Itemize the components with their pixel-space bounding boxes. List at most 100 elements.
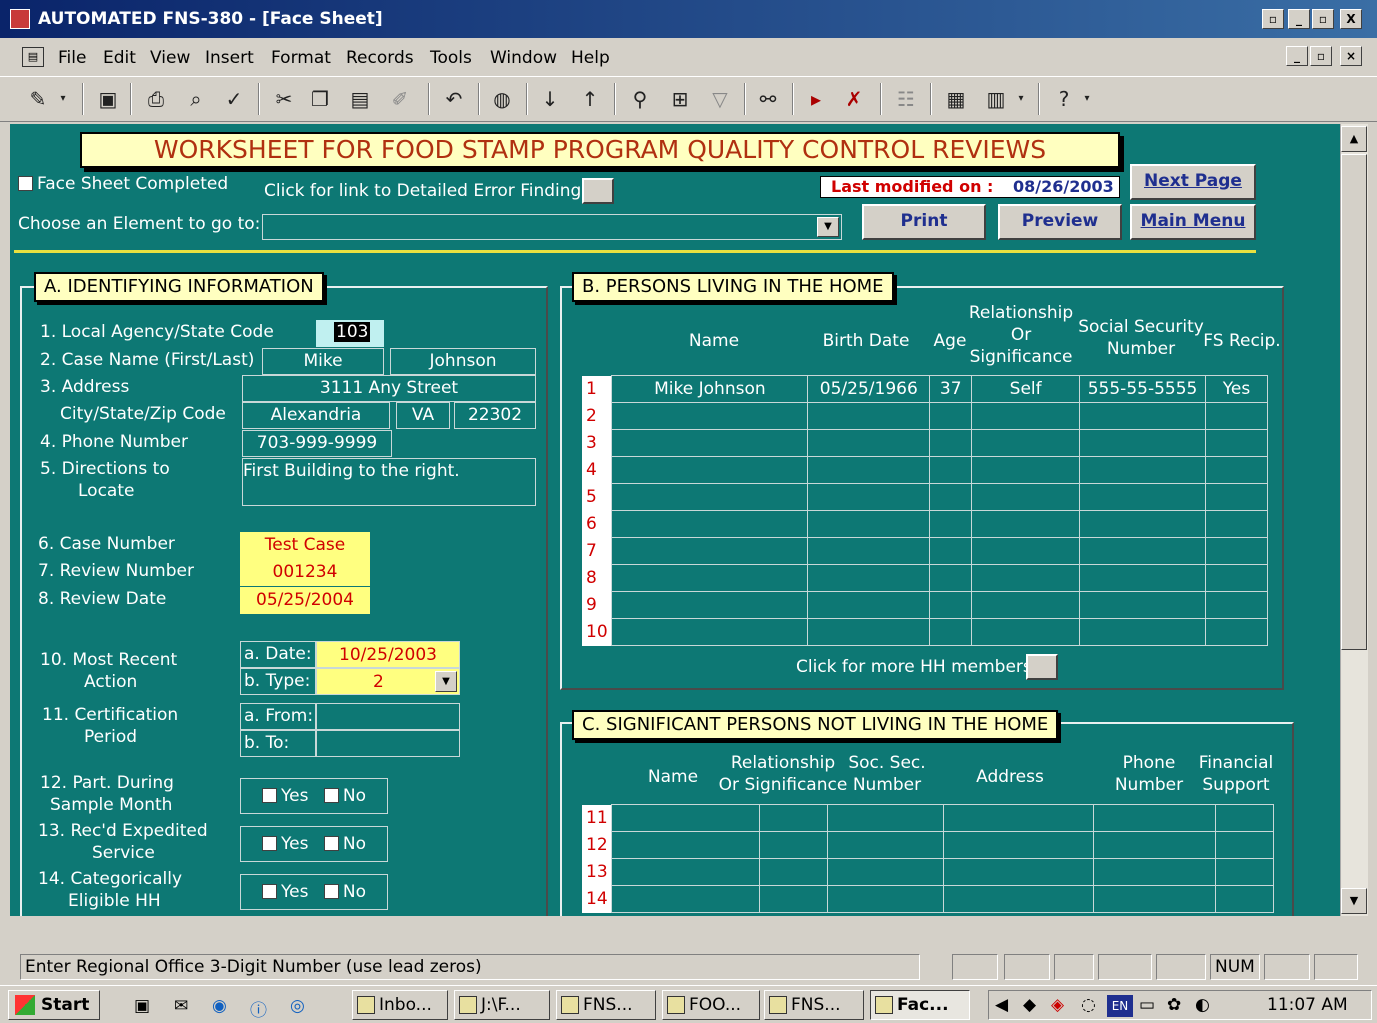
cell-ssn[interactable] (1079, 483, 1207, 511)
print-preview-icon[interactable]: ⌕ (182, 85, 210, 113)
cert-from-field[interactable] (316, 703, 460, 730)
task-foo[interactable]: FOO... (662, 990, 760, 1020)
menu-format[interactable]: Format (271, 48, 331, 68)
cell[interactable] (827, 858, 945, 886)
cell-ssn[interactable] (1079, 402, 1207, 430)
cell-ssn[interactable] (1079, 429, 1207, 457)
apply-filter-icon[interactable]: ▽ (706, 85, 734, 113)
state-field[interactable]: VA (396, 402, 450, 429)
cell-name[interactable] (611, 537, 809, 565)
info-icon[interactable]: ⓘ (250, 996, 267, 1021)
cell-fs[interactable] (1205, 402, 1268, 430)
action-date-field[interactable]: 10/25/2003 (316, 641, 460, 668)
display-icon[interactable]: ▭ (1139, 995, 1155, 1015)
chevron-down-icon[interactable]: ▼ (435, 671, 457, 692)
cell-age[interactable] (929, 591, 973, 619)
restore-icon[interactable]: ▫ (1262, 9, 1284, 29)
cell-fs[interactable] (1205, 564, 1268, 592)
close-button[interactable]: X (1340, 9, 1362, 29)
doc-restore-icon[interactable]: ▫ (1310, 46, 1332, 66)
chevron-down-icon[interactable]: ▼ (817, 217, 839, 237)
cell-age[interactable] (929, 564, 973, 592)
checkbox-icon[interactable] (18, 176, 33, 191)
menu-help[interactable]: Help (571, 48, 610, 68)
cell-rel[interactable] (971, 456, 1081, 484)
more-hh-members-button[interactable] (1026, 654, 1058, 680)
cell-birth[interactable]: 05/25/1966 (807, 375, 931, 403)
cell-birth[interactable] (807, 402, 931, 430)
chevron-down-icon[interactable]: ▾ (56, 85, 70, 113)
format-painter-icon[interactable]: ✐ (386, 85, 414, 113)
cell[interactable] (1214, 804, 1275, 832)
cell-rel[interactable] (971, 537, 1081, 565)
menu-view[interactable]: View (150, 48, 190, 68)
cell-fs[interactable] (1205, 618, 1268, 646)
minimize-button[interactable]: _ (1288, 9, 1310, 29)
cell-rel[interactable] (971, 402, 1081, 430)
cell-rel[interactable] (971, 618, 1081, 646)
globe-icon[interactable]: ◌ (1081, 995, 1096, 1015)
print-button[interactable]: Print (862, 204, 986, 240)
sort-ascending-icon[interactable]: ↓ (536, 85, 564, 113)
main-menu-button[interactable]: Main Menu (1130, 204, 1256, 240)
cell-ssn[interactable] (1079, 510, 1207, 538)
first-name-field[interactable]: Mike (262, 348, 384, 375)
review-date-field[interactable]: 05/25/2004 (240, 587, 370, 614)
browser-icon[interactable]: ◎ (290, 996, 305, 1016)
form-icon[interactable]: ▤ (22, 47, 44, 67)
yes-checkbox[interactable]: Yes (262, 786, 308, 806)
vertical-scrollbar[interactable]: ▲ ▼ (1340, 124, 1368, 916)
checkbox-icon[interactable] (262, 884, 277, 899)
maximize-button[interactable]: ▫ (1312, 9, 1334, 29)
checkbox-icon[interactable] (323, 884, 339, 899)
mail-icon[interactable]: ✉ (174, 996, 188, 1016)
task-fns-word[interactable]: FNS... (764, 990, 864, 1020)
face-sheet-completed-checkbox[interactable]: Face Sheet Completed (18, 174, 228, 194)
cell[interactable] (827, 885, 945, 913)
desktop-icon[interactable]: ▣ (134, 996, 150, 1016)
cell[interactable] (759, 858, 829, 886)
yes-checkbox[interactable]: Yes (262, 834, 308, 854)
cell[interactable] (943, 885, 1095, 913)
cell-ssn[interactable] (1079, 564, 1207, 592)
menu-records[interactable]: Records (346, 48, 414, 68)
cell-age[interactable] (929, 429, 973, 457)
street-field[interactable]: 3111 Any Street (242, 375, 536, 402)
cell-ssn[interactable] (1079, 456, 1207, 484)
cell[interactable] (1093, 885, 1216, 913)
cell[interactable] (759, 804, 829, 832)
spelling-icon[interactable]: ✓ (220, 85, 248, 113)
menu-insert[interactable]: Insert (205, 48, 254, 68)
cell-birth[interactable] (807, 618, 931, 646)
paste-icon[interactable]: ▤ (346, 85, 374, 113)
review-number-field[interactable]: 001234 (240, 559, 370, 586)
antivirus-icon[interactable]: ✿ (1167, 995, 1181, 1015)
menu-window[interactable]: Window (490, 48, 557, 68)
directions-field[interactable]: First Building to the right. (242, 458, 536, 506)
cell-name[interactable] (611, 456, 809, 484)
cell[interactable] (1214, 858, 1275, 886)
copy-icon[interactable]: ❐ (306, 85, 334, 113)
cell[interactable] (759, 831, 829, 859)
cell-rel[interactable] (971, 510, 1081, 538)
cell-name[interactable] (611, 429, 809, 457)
checkbox-icon[interactable] (262, 788, 277, 803)
cell-age[interactable] (929, 618, 973, 646)
chevron-down-icon[interactable]: ▾ (1080, 85, 1094, 113)
task-inbox[interactable]: Inbo... (352, 990, 448, 1020)
scroll-up-icon[interactable]: ▲ (1341, 126, 1367, 152)
cell-rel[interactable]: Self (971, 375, 1081, 403)
cell-ssn[interactable] (1079, 537, 1207, 565)
cell-fs[interactable] (1205, 591, 1268, 619)
case-number-field[interactable]: Test Case (240, 532, 370, 559)
start-button[interactable]: Start (8, 990, 100, 1020)
task-fns-1[interactable]: FNS... (556, 990, 656, 1020)
cell-age[interactable] (929, 456, 973, 484)
cell-ssn[interactable] (1079, 618, 1207, 646)
cell-age[interactable]: 37 (929, 375, 973, 403)
cell-fs[interactable]: Yes (1205, 375, 1268, 403)
cell-birth[interactable] (807, 510, 931, 538)
cell[interactable] (943, 858, 1095, 886)
cell-name[interactable] (611, 564, 809, 592)
agency-code-field[interactable]: 103 (316, 320, 384, 347)
